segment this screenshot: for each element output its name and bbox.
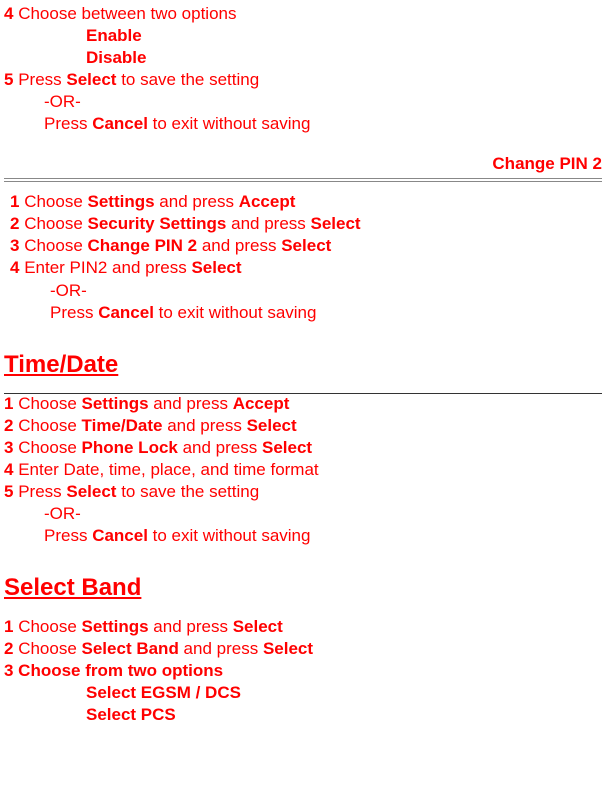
kw-cancel: Cancel — [92, 526, 148, 545]
kw-select: Select — [263, 639, 313, 658]
step-num: 5 — [4, 70, 18, 89]
step-num: 2 — [4, 639, 18, 658]
kw-settings: Settings — [82, 617, 149, 636]
step-num: 1 — [4, 394, 18, 413]
kw-settings: Settings — [82, 394, 149, 413]
press-cancel: Press Cancel to exit without saving — [10, 303, 602, 323]
step-4: 4 Enter PIN2 and press Select — [10, 258, 602, 278]
kw-select: Select — [191, 258, 241, 277]
step-num: 2 — [10, 214, 24, 233]
text: Choose — [18, 394, 81, 413]
text: Choose — [24, 214, 87, 233]
kw-select: Select — [311, 214, 361, 233]
text: to exit without saving — [148, 114, 311, 133]
kw-select-band: Select Band — [82, 639, 179, 658]
press-cancel: Press Cancel to exit without saving — [4, 114, 602, 134]
change-pin-2-heading: Change PIN 2 — [4, 154, 602, 174]
text: Press — [44, 526, 92, 545]
kw-security-settings: Security Settings — [88, 214, 227, 233]
kw-select: Select — [233, 617, 283, 636]
divider — [4, 178, 602, 179]
kw-select: Select — [262, 438, 312, 457]
kw-accept: Accept — [239, 192, 296, 211]
step-num: 4 — [10, 258, 24, 277]
step-1: 1 Choose Settings and press Select — [4, 617, 602, 637]
step-3: 3 Choose from two options — [4, 661, 602, 681]
step-5: 5 Press Select to save the setting — [4, 482, 602, 502]
text: Press — [18, 482, 66, 501]
step-5: 5 Press Select to save the setting — [4, 70, 602, 90]
text: to exit without saving — [148, 526, 311, 545]
step-num: 5 — [4, 482, 18, 501]
kw-change-pin-2: Change PIN 2 — [88, 236, 198, 255]
kw-select: Select — [281, 236, 331, 255]
text: and press — [155, 192, 239, 211]
kw-time-date: Time/Date — [82, 416, 163, 435]
kw-select: Select — [247, 416, 297, 435]
step-1: 1 Choose Settings and press Accept — [10, 192, 602, 212]
top-section: 4 Choose between two options Enable Disa… — [4, 4, 602, 134]
step-2: 2 Choose Select Band and press Select — [4, 639, 602, 659]
text: Press — [44, 114, 92, 133]
text: and press — [226, 214, 310, 233]
or-text: -OR- — [4, 504, 602, 524]
text: Choose — [24, 192, 87, 211]
text: and press — [162, 416, 246, 435]
step-num: 3 — [10, 236, 24, 255]
text: Press — [18, 70, 66, 89]
text: Enter PIN2 and press — [24, 258, 191, 277]
text: and press — [149, 617, 233, 636]
option-enable: Enable — [4, 26, 602, 46]
text: Choose — [18, 416, 81, 435]
option-pcs: Select PCS — [4, 705, 602, 725]
text: to save the setting — [116, 70, 259, 89]
select-band-heading: Select Band — [4, 574, 602, 602]
text: Choose — [24, 236, 87, 255]
kw-cancel: Cancel — [92, 114, 148, 133]
step-num: 1 — [10, 192, 24, 211]
kw-settings: Settings — [88, 192, 155, 211]
text: Choose — [18, 438, 81, 457]
text: Press — [50, 303, 98, 322]
step-4: 4 Enter Date, time, place, and time form… — [4, 460, 602, 480]
kw-phone-lock: Phone Lock — [82, 438, 178, 457]
select-band-section: 1 Choose Settings and press Select 2 Cho… — [4, 617, 602, 725]
text: to exit without saving — [154, 303, 317, 322]
time-date-heading: Time/Date — [4, 351, 602, 379]
text: Choose — [18, 617, 81, 636]
text: and press — [149, 394, 233, 413]
or-text: -OR- — [4, 92, 602, 112]
step-2: 2 Choose Time/Date and press Select — [4, 416, 602, 436]
step-num: 3 — [4, 438, 18, 457]
step-3: 3 Choose Change PIN 2 and press Select — [10, 236, 602, 256]
press-cancel: Press Cancel to exit without saving — [4, 526, 602, 546]
step-num: 1 — [4, 617, 18, 636]
kw-select: Select — [66, 482, 116, 501]
or-text: -OR- — [10, 281, 602, 301]
text: and press — [178, 438, 262, 457]
text: Choose — [18, 639, 81, 658]
text: to save the setting — [116, 482, 259, 501]
option-disable: Disable — [4, 48, 602, 68]
step-text: Choose between two options — [18, 4, 236, 23]
step-num: 2 — [4, 416, 18, 435]
step-num: 4 — [4, 4, 18, 23]
change-pin-2-section: 1 Choose Settings and press Accept 2 Cho… — [4, 192, 602, 322]
step-1: 1 Choose Settings and press Accept — [4, 394, 602, 414]
time-date-section: 1 Choose Settings and press Accept 2 Cho… — [4, 394, 602, 546]
kw-select: Select — [66, 70, 116, 89]
step-3: 3 Choose Phone Lock and press Select — [4, 438, 602, 458]
option-egsm-dcs: Select EGSM / DCS — [4, 683, 602, 703]
text: and press — [197, 236, 281, 255]
step-num: 4 — [4, 460, 18, 479]
step-2: 2 Choose Security Settings and press Sel… — [10, 214, 602, 234]
text: Enter Date, time, place, and time format — [18, 460, 318, 479]
text: and press — [179, 639, 263, 658]
kw-cancel: Cancel — [98, 303, 154, 322]
kw-accept: Accept — [233, 394, 290, 413]
step-4: 4 Choose between two options — [4, 4, 602, 24]
